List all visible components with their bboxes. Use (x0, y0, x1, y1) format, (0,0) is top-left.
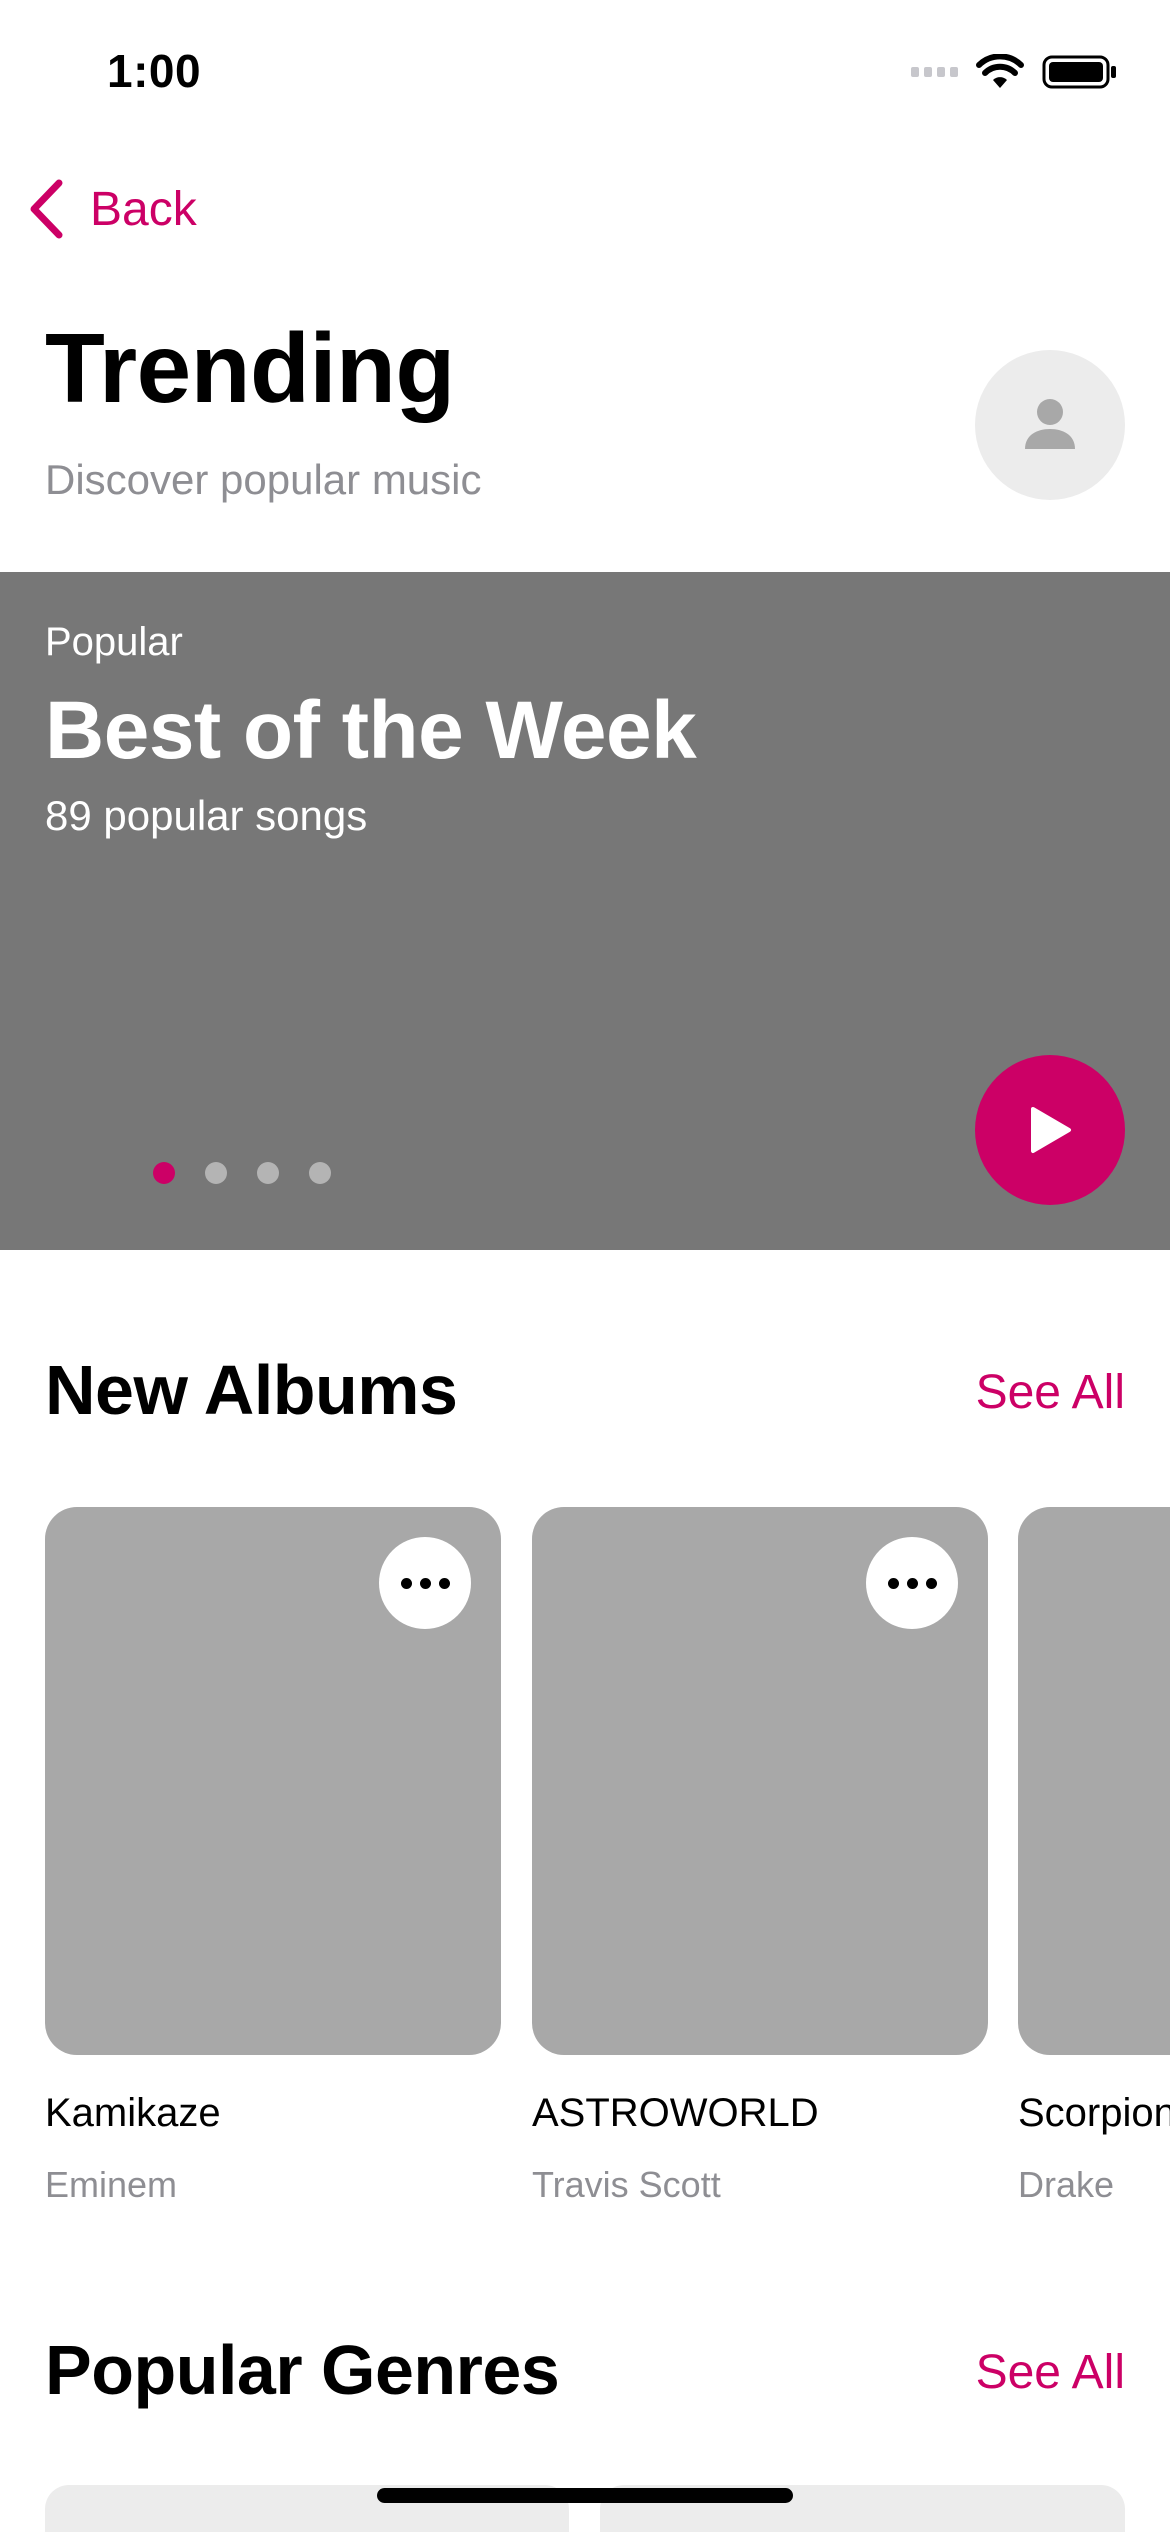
page-indicator-dot[interactable] (153, 1162, 175, 1184)
trending-screen: 1:00 Back Trending Discover popular musi… (0, 0, 1170, 2532)
album-artwork[interactable] (45, 1507, 501, 2055)
page-indicator-dot[interactable] (257, 1162, 279, 1184)
page-indicator-dot[interactable] (309, 1162, 331, 1184)
section-title-popular-genres: Popular Genres (45, 2331, 560, 2409)
battery-icon (1042, 55, 1116, 89)
play-button[interactable] (975, 1055, 1125, 1205)
album-artwork[interactable] (532, 1507, 988, 2055)
album-title: Kamikaze (45, 2091, 221, 2135)
avatar[interactable] (975, 350, 1125, 500)
album-artist: Eminem (45, 2164, 178, 2205)
page-indicator (153, 1162, 331, 1184)
more-options-button[interactable] (866, 1537, 958, 1629)
album-title: ASTROWORLD (532, 2091, 819, 2135)
play-icon (1031, 1107, 1071, 1153)
back-button[interactable]: Back (26, 178, 197, 240)
album-artist: Drake (1018, 2164, 1115, 2205)
section-title-new-albums: New Albums (45, 1351, 458, 1429)
album-card[interactable]: Kamikaze Eminem (45, 1507, 501, 2206)
cellular-signal-icon (911, 67, 958, 77)
person-icon (1025, 399, 1075, 449)
new-albums-see-all-link[interactable]: See All (976, 1365, 1125, 1420)
album-card[interactable]: Scorpion Drake (1018, 1507, 1170, 2206)
status-time: 1:00 (107, 45, 202, 97)
popular-genres-see-all-link[interactable]: See All (976, 2345, 1125, 2400)
hero-song-count: 89 popular songs (45, 792, 368, 839)
chevron-left-icon (30, 179, 63, 239)
page-subtitle: Discover popular music (45, 456, 482, 503)
album-artwork[interactable] (1018, 1507, 1170, 2055)
home-indicator[interactable] (377, 2488, 793, 2503)
page-indicator-dot[interactable] (205, 1162, 227, 1184)
more-options-button[interactable] (379, 1537, 471, 1629)
album-card[interactable]: ASTROWORLD Travis Scott (532, 1507, 988, 2206)
wifi-icon (976, 54, 1024, 88)
hero-title: Best of the Week (45, 685, 697, 776)
page-title: Trending (45, 313, 455, 423)
status-icons (911, 52, 1118, 92)
hero-eyebrow: Popular (45, 620, 183, 664)
album-title: Scorpion (1018, 2091, 1170, 2135)
back-label: Back (90, 182, 197, 236)
album-artist: Travis Scott (532, 2164, 721, 2205)
hero-banner[interactable]: Popular Best of the Week 89 popular song… (0, 572, 1170, 1250)
